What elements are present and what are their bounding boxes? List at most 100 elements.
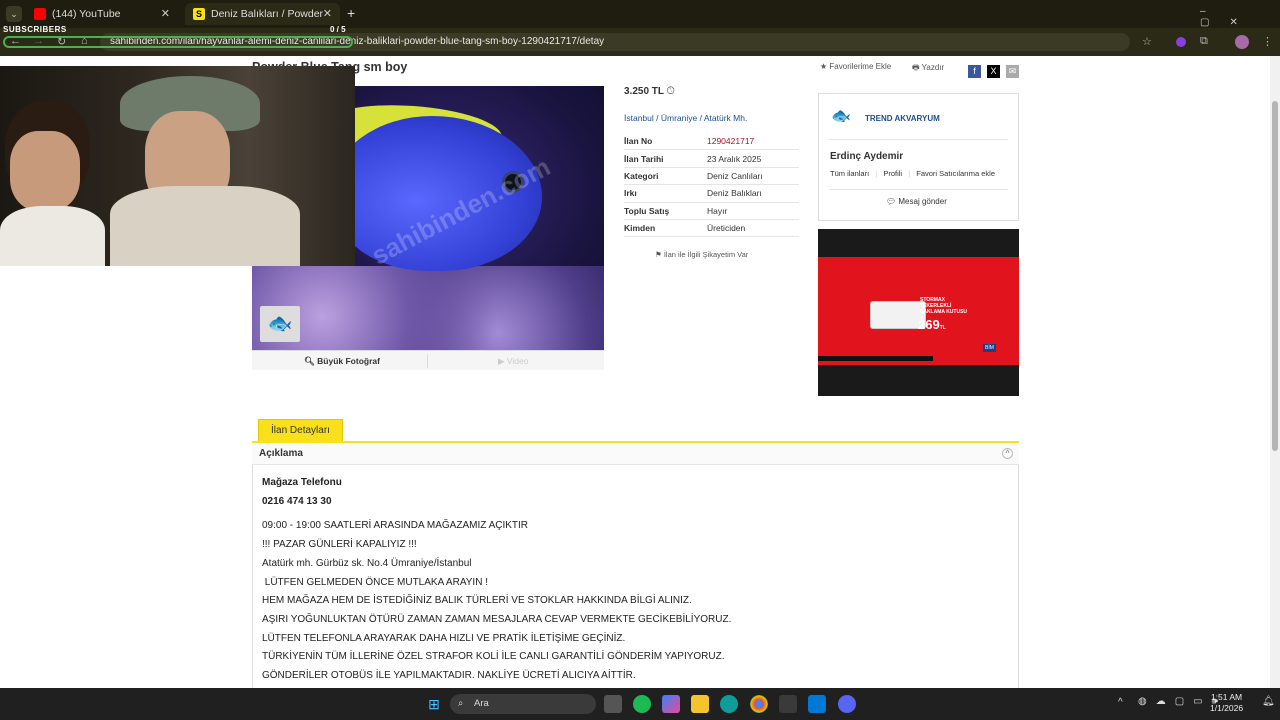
info-row: Toplu Satış Hayır [624, 203, 799, 220]
info-row: İlan No 1290421717 [624, 133, 799, 151]
info-row: Kimden Üreticiden [624, 220, 799, 238]
menu-icon[interactable]: ⋮ [1262, 35, 1273, 48]
subscriber-overlay-count: 0 / 5 [330, 25, 346, 34]
tab-sahibinden[interactable]: S Deniz Balıkları / Powder Blue Ta ✕ [185, 3, 340, 25]
close-icon[interactable]: ✕ [161, 7, 170, 20]
discord-icon[interactable] [838, 695, 856, 713]
clock-date: 1/1/2026 [1210, 703, 1244, 713]
complaint-link[interactable]: ⚑ İlan ile İlgili Şikayetim Var [655, 250, 748, 259]
description-title: Açıklama [259, 448, 303, 459]
description-line: GÖNDERİLER OTOBÜS İLE YAPILMAKTADIR. NAK… [262, 670, 636, 682]
listing-info-table: İlan No 1290421717 İlan Tarihi 23 Aralık 2… [624, 133, 799, 238]
divider [427, 354, 428, 368]
close-icon[interactable]: ✕ [323, 7, 332, 20]
tab-listing-details[interactable]: İlan Detayları [258, 419, 343, 442]
ad-headline: STORMAX TEKERLEKLİ SAKLAMA KUTUSU [920, 297, 968, 315]
phone-label: Mağaza Telefonu [262, 477, 342, 488]
description-line: LÜTFEN GELMEDEN ÖNCE MUTLAKA ARAYIN ! [262, 576, 488, 588]
printer-icon: 🖶 [912, 63, 922, 72]
collapse-icon[interactable]: ^ [1002, 448, 1013, 459]
sahibinden-icon: S [193, 8, 205, 20]
history-icon[interactable]: 🕓︎ [667, 86, 675, 97]
spotify-icon[interactable] [633, 695, 651, 713]
divider [829, 139, 1008, 140]
subscriber-overlay-label: SUBSCRIBERS [3, 25, 67, 34]
person-right-shirt [110, 186, 300, 266]
ad-price: 269TL [918, 317, 946, 332]
advertisement[interactable]: STORMAX TEKERLEKLİ SAKLAMA KUTUSU 269TL … [818, 229, 1019, 396]
notification-icon[interactable]: 🔔︎ [1262, 696, 1275, 707]
copilot-icon[interactable] [662, 695, 680, 713]
profile-link[interactable]: Profili [883, 169, 902, 178]
store-name[interactable]: TREND AKVARYUM [865, 114, 940, 123]
big-photo-button[interactable]: 🔍︎ Büyük Fotoğraf [304, 356, 380, 367]
bookmark-star-icon[interactable]: ☆ [1142, 35, 1152, 48]
windows-start-icon[interactable]: ⊞ [425, 695, 443, 713]
taskbar-search[interactable]: ⌕ Ara [450, 694, 596, 714]
info-row: Irkı Deniz Balıkları [624, 185, 799, 203]
store-card: 🐟 TREND AKVARYUM Erdinç Aydemir Tüm ilan… [818, 93, 1019, 221]
store-icon[interactable] [779, 695, 797, 713]
scrollbar[interactable] [1270, 56, 1280, 688]
tab-label: Deniz Balıkları / Powder Blue Ta [211, 8, 323, 20]
person-left-shirt [0, 206, 105, 266]
description-line: Atatürk mh. Gürbüz sk. No.4 Ümraniye/İst… [262, 557, 472, 569]
mail-icon[interactable] [808, 695, 826, 713]
play-icon: ▶ [498, 356, 507, 366]
email-icon[interactable]: ✉ [1006, 65, 1019, 78]
new-tab-button[interactable]: + [347, 5, 355, 21]
message-button[interactable]: 💬︎ Mesaj gönder [886, 197, 947, 206]
extensions-puzzle-icon[interactable]: ⧉ [1200, 35, 1208, 48]
video-button[interactable]: ▶ Video [498, 356, 529, 367]
seller-name: Erdinç Aydemir [830, 151, 904, 162]
description-line: LÜTFEN TELEFONLA ARAYARAK DAHA HIZLI VE … [262, 632, 626, 644]
reef-background [252, 266, 604, 350]
profile-avatar[interactable] [1235, 35, 1249, 49]
description-line: TÜRKİYENİN TÜM İLLERİNE ÖZEL STRAFOR KOL… [262, 651, 725, 663]
all-listings-link[interactable]: Tüm ilanları [830, 169, 869, 178]
tab-youtube[interactable]: (144) YouTube ✕ [26, 3, 178, 25]
location-neighborhood[interactable]: Atatürk Mh. [704, 113, 747, 123]
info-row: İlan Tarihi 23 Aralık 2025 [624, 150, 799, 168]
flag-icon: ⚑ [655, 250, 664, 259]
magnifier-icon: 🔍︎ [304, 356, 318, 366]
scrollbar-thumb[interactable] [1272, 101, 1278, 451]
ad-brand: BİM [983, 344, 996, 352]
listing-price: 3.250 TL 🕓︎ [624, 86, 675, 97]
window-controls[interactable]: –▢✕ [1200, 6, 1280, 28]
store-logo-thumbnail[interactable]: 🐟 [260, 306, 300, 342]
location-district[interactable]: Ümraniye [661, 113, 697, 123]
facebook-icon[interactable]: f [968, 65, 981, 78]
x-twitter-icon[interactable]: X [987, 65, 1000, 78]
location-city[interactable]: İstanbul [624, 113, 654, 123]
photo-tabs: 🔍︎ Büyük Fotoğraf ▶ Video [252, 350, 604, 370]
description-line: HEM MAĞAZA HEM DE İSTEDİĞİNİZ BALIK TÜRL… [262, 595, 692, 607]
share-buttons: f X ✉ [968, 61, 1025, 79]
info-row: Kategori Deniz Canlıları [624, 168, 799, 186]
tray-chevron-icon[interactable]: ^ [1118, 697, 1123, 708]
chat-icon: 💬︎ [886, 197, 899, 206]
divider [829, 189, 1008, 190]
subscriber-progress-bar [3, 36, 353, 48]
person-left-face [10, 131, 80, 211]
description-line: !!! PAZAR GÜNLERİ KAPALIYIZ !!! [262, 539, 417, 551]
chrome-icon[interactable] [750, 695, 768, 713]
listing-number: 1290421717 [707, 136, 755, 147]
taskbar-clock[interactable]: 1:51 AM 1/1/2026 [1210, 692, 1243, 714]
youtube-icon [34, 8, 46, 20]
favorite-link[interactable]: ★ Favorilerime Ekle [820, 62, 891, 71]
tab-search-button[interactable]: ⌄ [6, 6, 22, 22]
webcam-overlay [0, 66, 355, 266]
print-link[interactable]: 🖶 Yazdır [912, 62, 944, 76]
favorite-seller-link[interactable]: Favori Satıcılarıma ekle [916, 169, 995, 178]
description-line: 09:00 - 19:00 SAATLERİ ARASINDA MAĞAZAMI… [262, 520, 529, 532]
file-explorer-icon[interactable] [691, 695, 709, 713]
description-text: Mağaza Telefonu 0216 474 13 30 09:00 - 1… [262, 474, 731, 686]
task-view-icon[interactable] [604, 695, 622, 713]
ad-disclaimer-bar [818, 356, 933, 361]
edge-icon[interactable] [720, 695, 738, 713]
extension-icon[interactable] [1176, 37, 1186, 47]
description-header: Açıklama ^ [252, 443, 1019, 465]
phone-number: 0216 474 13 30 [262, 495, 332, 507]
store-logo-icon[interactable]: 🐟 [831, 106, 857, 130]
